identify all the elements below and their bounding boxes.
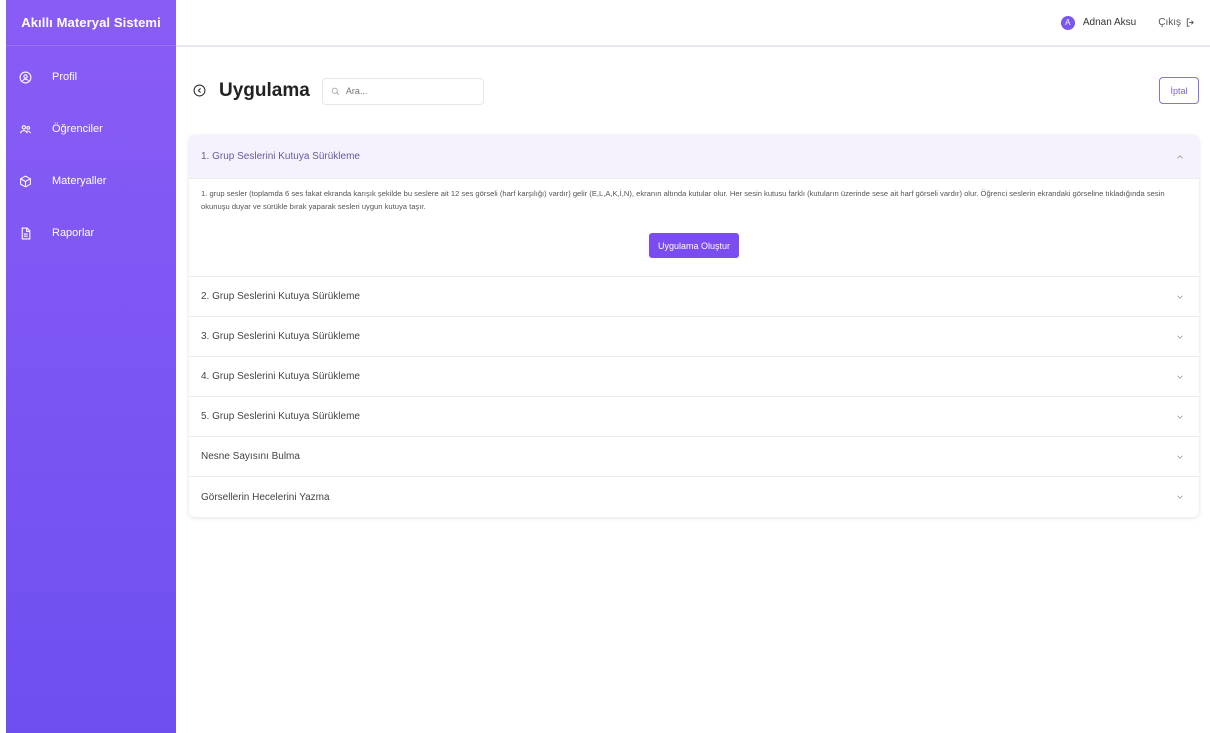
user-name: Adnan Aksu xyxy=(1082,17,1137,28)
sidebar-item-profil[interactable]: Profil xyxy=(6,51,176,103)
accordion-header[interactable]: Nesne Sayısını Bulma xyxy=(189,437,1199,477)
accordion-title: 1. Grup Seslerini Kutuya Sürükleme xyxy=(201,151,360,162)
page-title: Uygulama xyxy=(219,80,310,101)
chevron-down-icon xyxy=(1177,335,1183,339)
sidebar-item-ogrenciler[interactable]: Öğrenciler xyxy=(6,103,176,155)
sidebar-item-label: Materyaller xyxy=(52,175,107,187)
accordion-title: Nesne Sayısını Bulma xyxy=(201,451,300,462)
accordion-header[interactable]: 2. Grup Seslerini Kutuya Sürükleme xyxy=(189,277,1199,317)
main-content: Uygulama İptal 1. Grup Seslerini Kutuya … xyxy=(189,47,1199,517)
chevron-down-icon xyxy=(1177,295,1183,299)
user-circle-icon xyxy=(18,70,32,84)
chevron-down-icon xyxy=(1177,455,1183,459)
accordion-header[interactable]: 3. Grup Seslerini Kutuya Sürükleme xyxy=(189,317,1199,357)
accordion-body: 1. grup sesler (toplamda 6 ses fakat ekr… xyxy=(189,179,1199,277)
accordion-header-open[interactable]: 1. Grup Seslerini Kutuya Sürükleme xyxy=(189,135,1199,179)
page-header: Uygulama İptal xyxy=(189,47,1199,135)
avatar: A xyxy=(1060,15,1075,30)
search-input[interactable] xyxy=(345,86,476,96)
logout-label: Çıkış xyxy=(1158,17,1181,28)
logout-button[interactable]: Çıkış xyxy=(1158,17,1196,28)
document-icon xyxy=(18,226,32,240)
create-exercise-button[interactable]: Uygulama Oluştur xyxy=(648,233,740,258)
accordion-title: Görsellerin Hecelerini Yazma xyxy=(201,491,330,503)
chevron-down-icon xyxy=(1177,495,1183,499)
sidebar-item-label: Öğrenciler xyxy=(52,123,103,135)
chevron-down-icon xyxy=(1177,415,1183,419)
search-box[interactable] xyxy=(321,77,484,105)
sidebar-item-raporlar[interactable]: Raporlar xyxy=(6,207,176,259)
app-title: Akıllı Materyal Sistemi xyxy=(6,0,176,46)
sidebar-item-materyaller[interactable]: Materyaller xyxy=(6,155,176,207)
chevron-up-icon xyxy=(1177,154,1183,158)
logout-icon xyxy=(1186,18,1194,27)
sidebar: Akıllı Materyal Sistemi Profil Öğrencile… xyxy=(6,0,176,733)
cancel-button[interactable]: İptal xyxy=(1159,77,1199,104)
search-icon xyxy=(331,87,339,95)
sidebar-item-label: Raporlar xyxy=(52,227,95,239)
users-icon xyxy=(18,122,32,136)
chevron-down-icon xyxy=(1177,375,1183,379)
topbar: A Adnan Aksu Çıkış xyxy=(176,0,1210,47)
accordion-title: 3. Grup Seslerini Kutuya Sürükleme xyxy=(201,331,360,342)
accordion-header[interactable]: 5. Grup Seslerini Kutuya Sürükleme xyxy=(189,397,1199,437)
accordion: 1. Grup Seslerini Kutuya Sürükleme 1. gr… xyxy=(189,135,1199,517)
exercise-description: 1. grup sesler (toplamda 6 ses fakat ekr… xyxy=(201,189,1165,211)
accordion-title: 4. Grup Seslerini Kutuya Sürükleme xyxy=(201,371,360,382)
cube-icon xyxy=(18,174,32,188)
back-arrow-icon[interactable] xyxy=(193,84,207,98)
accordion-title: 5. Grup Seslerini Kutuya Sürükleme xyxy=(201,411,360,422)
accordion-header[interactable]: 4. Grup Seslerini Kutuya Sürükleme xyxy=(189,357,1199,397)
user-menu[interactable]: A Adnan Aksu xyxy=(1060,15,1137,30)
sidebar-item-label: Profil xyxy=(52,71,78,83)
accordion-title: 2. Grup Seslerini Kutuya Sürükleme xyxy=(201,291,360,302)
accordion-header[interactable]: Görsellerin Hecelerini Yazma xyxy=(189,477,1199,517)
